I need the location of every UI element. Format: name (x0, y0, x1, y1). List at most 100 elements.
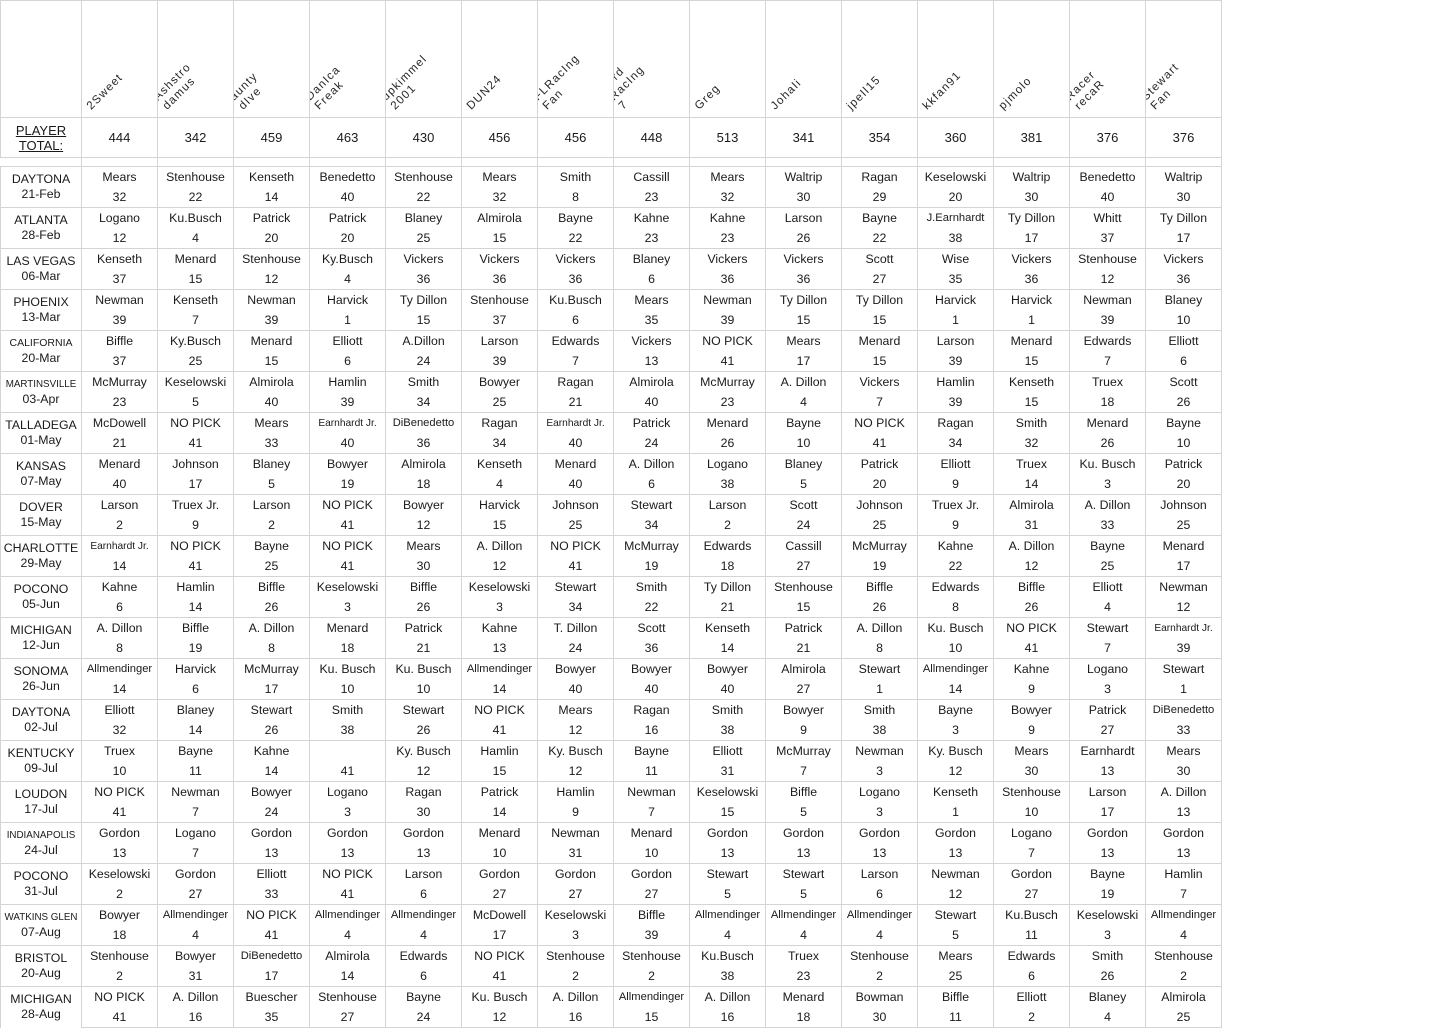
race-driver-cell[interactable]: A. Dillon (993, 535, 1070, 556)
race-driver-cell[interactable]: Kahne (81, 576, 158, 597)
race-driver-cell[interactable]: DiBenedetto (233, 945, 310, 966)
race-driver-cell[interactable]: Allmendinger (841, 904, 918, 925)
race-driver-cell[interactable]: Keselowski (1069, 904, 1146, 925)
race-points-cell[interactable]: 24 (765, 515, 842, 536)
race-driver-cell[interactable]: Vickers (461, 248, 538, 269)
race-driver-cell[interactable]: Mears (689, 166, 766, 187)
race-driver-cell[interactable]: Biffle (613, 904, 690, 925)
race-driver-cell[interactable]: Truex (765, 945, 842, 966)
race-points-cell[interactable]: 26 (385, 720, 462, 741)
race-driver-cell[interactable]: Biffle (765, 781, 842, 802)
race-points-cell[interactable]: 5 (157, 392, 234, 413)
race-points-cell[interactable]: 41 (309, 556, 386, 577)
race-driver-cell[interactable]: Menard (993, 330, 1070, 351)
race-driver-cell[interactable]: Bowyer (993, 699, 1070, 720)
race-driver-cell[interactable]: Stenhouse (309, 986, 386, 1007)
race-driver-cell[interactable]: A. Dillon (1069, 494, 1146, 515)
race-driver-cell[interactable]: Patrick (461, 781, 538, 802)
race-points-cell[interactable]: 5 (689, 884, 766, 905)
race-driver-cell[interactable]: Benedetto (309, 166, 386, 187)
race-points-cell[interactable]: 21 (81, 433, 158, 454)
race-points-cell[interactable]: 37 (1069, 228, 1146, 249)
race-points-cell[interactable]: 1 (917, 802, 994, 823)
race-driver-cell[interactable]: Almirola (1145, 986, 1222, 1007)
race-driver-cell[interactable]: Biffle (157, 617, 234, 638)
race-points-cell[interactable]: 15 (993, 392, 1070, 413)
race-driver-cell[interactable]: Hamlin (309, 371, 386, 392)
race-driver-cell[interactable]: Bowyer (537, 658, 614, 679)
race-driver-cell[interactable]: Bayne (1145, 412, 1222, 433)
race-driver-cell[interactable]: Waltrip (1145, 166, 1222, 187)
race-driver-cell[interactable]: Ky. Busch (917, 740, 994, 761)
race-points-cell[interactable]: 14 (461, 679, 538, 700)
race-points-cell[interactable]: 36 (1145, 269, 1222, 290)
race-driver-cell[interactable]: Keselowski (461, 576, 538, 597)
race-driver-cell[interactable]: Blaney (613, 248, 690, 269)
player-header-cell[interactable]: Ashstro damus (157, 0, 234, 118)
race-driver-cell[interactable]: NO PICK (461, 699, 538, 720)
race-points-cell[interactable]: 38 (689, 720, 766, 741)
race-driver-cell[interactable]: Newman (233, 289, 310, 310)
race-points-cell[interactable]: 12 (233, 269, 310, 290)
race-points-cell[interactable]: 8 (233, 638, 310, 659)
race-points-cell[interactable]: 12 (917, 884, 994, 905)
race-points-cell[interactable]: 24 (385, 351, 462, 372)
race-driver-cell[interactable]: Biffle (841, 576, 918, 597)
race-driver-cell[interactable]: NO PICK (157, 412, 234, 433)
race-driver-cell[interactable]: Newman (1145, 576, 1222, 597)
race-points-cell[interactable]: 39 (613, 925, 690, 946)
race-points-cell[interactable]: 32 (81, 720, 158, 741)
race-points-cell[interactable]: 41 (233, 925, 310, 946)
race-points-cell[interactable]: 36 (385, 433, 462, 454)
race-points-cell[interactable]: 17 (233, 966, 310, 987)
race-driver-cell[interactable]: A. Dillon (841, 617, 918, 638)
race-driver-cell[interactable]: Almirola (993, 494, 1070, 515)
race-driver-cell[interactable]: Ragan (917, 412, 994, 433)
race-driver-cell[interactable]: Stenhouse (385, 166, 462, 187)
race-points-cell[interactable]: 12 (385, 761, 462, 782)
race-driver-cell[interactable]: Larson (385, 863, 462, 884)
race-driver-cell[interactable]: Gordon (613, 863, 690, 884)
race-points-cell[interactable]: 13 (689, 843, 766, 864)
race-driver-cell[interactable]: Ku.Busch (537, 289, 614, 310)
race-points-cell[interactable]: 4 (309, 925, 386, 946)
race-points-cell[interactable]: 30 (993, 187, 1070, 208)
race-driver-cell[interactable]: Blaney (385, 207, 462, 228)
race-points-cell[interactable]: 4 (1069, 597, 1146, 618)
race-driver-cell[interactable]: Larson (233, 494, 310, 515)
race-points-cell[interactable]: 4 (841, 925, 918, 946)
race-points-cell[interactable]: 3 (537, 925, 614, 946)
race-driver-cell[interactable]: Stewart (841, 658, 918, 679)
race-driver-cell[interactable]: Newman (157, 781, 234, 802)
race-driver-cell[interactable]: Ty Dillon (841, 289, 918, 310)
race-points-cell[interactable]: 23 (765, 966, 842, 987)
race-driver-cell[interactable]: Ty Dillon (765, 289, 842, 310)
race-points-cell[interactable]: 41 (81, 802, 158, 823)
race-driver-cell[interactable]: Blaney (157, 699, 234, 720)
race-points-cell[interactable]: 4 (1145, 925, 1222, 946)
race-points-cell[interactable]: 17 (1145, 228, 1222, 249)
race-driver-cell[interactable]: NO PICK (461, 945, 538, 966)
race-points-cell[interactable]: 9 (993, 720, 1070, 741)
race-points-cell[interactable]: 9 (917, 515, 994, 536)
race-points-cell[interactable]: 4 (1069, 1007, 1146, 1028)
race-points-cell[interactable]: 24 (233, 802, 310, 823)
race-driver-cell[interactable]: NO PICK (309, 535, 386, 556)
race-points-cell[interactable]: 40 (81, 474, 158, 495)
race-driver-cell[interactable]: Kenseth (689, 617, 766, 638)
race-points-cell[interactable]: 4 (385, 925, 462, 946)
race-points-cell[interactable]: 1 (1145, 679, 1222, 700)
race-driver-cell[interactable]: Mears (917, 945, 994, 966)
race-points-cell[interactable]: 33 (233, 433, 310, 454)
race-driver-cell[interactable]: Ky. Busch (537, 740, 614, 761)
race-points-cell[interactable]: 36 (537, 269, 614, 290)
race-points-cell[interactable]: 36 (461, 269, 538, 290)
race-points-cell[interactable]: 20 (917, 187, 994, 208)
race-driver-cell[interactable]: Gordon (689, 822, 766, 843)
race-driver-cell[interactable]: Elliott (1069, 576, 1146, 597)
race-driver-cell[interactable]: Scott (1145, 371, 1222, 392)
race-driver-cell[interactable]: Allmendinger (917, 658, 994, 679)
race-points-cell[interactable]: 6 (537, 310, 614, 331)
race-driver-cell[interactable]: Ku. Busch (385, 658, 462, 679)
race-points-cell[interactable]: 19 (841, 556, 918, 577)
